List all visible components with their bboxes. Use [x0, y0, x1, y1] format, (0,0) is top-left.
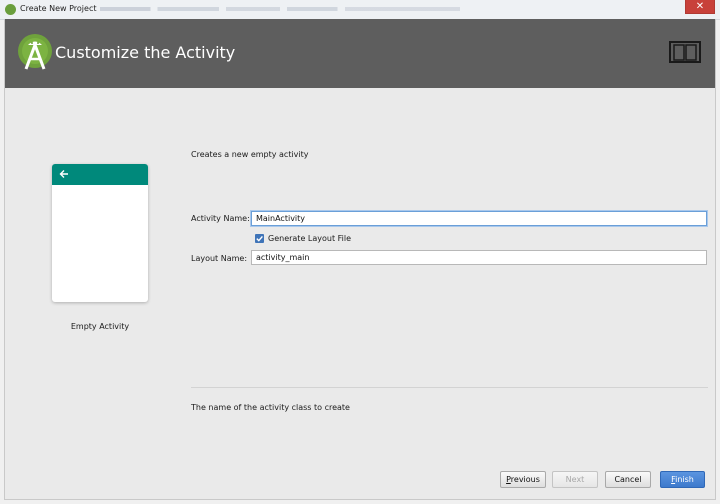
layout-name-input[interactable]: activity_main [251, 250, 707, 265]
finish-label: inish [675, 475, 694, 484]
window-titlebar: Create New Project ✕ [0, 0, 720, 20]
previous-button[interactable]: Previous [500, 471, 546, 488]
activity-name-label: Activity Name: [191, 214, 250, 223]
dialog-header: Customize the Activity [5, 19, 715, 88]
divider [191, 387, 708, 388]
next-button[interactable]: Next [552, 471, 598, 488]
layout-name-label: Layout Name: [191, 254, 248, 263]
dialog: Customize the Activity Empty Activity Cr… [4, 19, 716, 500]
back-arrow-icon [59, 170, 68, 178]
background-window-ghost [100, 7, 460, 11]
close-button[interactable]: ✕ [685, 0, 715, 14]
activity-description: Creates a new empty activity [191, 150, 309, 159]
finish-button[interactable]: Finish [660, 471, 705, 488]
android-app-icon [5, 4, 16, 15]
page-title: Customize the Activity [55, 43, 236, 62]
generate-layout-checkbox[interactable] [255, 234, 264, 243]
device-preview-icon [669, 41, 701, 63]
cancel-button[interactable]: Cancel [605, 471, 651, 488]
preview-toolbar [52, 164, 148, 185]
activity-name-input[interactable]: MainActivity [251, 211, 707, 226]
activity-template-label: Empty Activity [70, 322, 130, 331]
previous-label: revious [510, 475, 540, 484]
android-studio-logo-icon [18, 34, 52, 70]
checkmark-icon [256, 235, 263, 242]
generate-layout-label[interactable]: Generate Layout File [268, 234, 351, 243]
field-hint: The name of the activity class to create [191, 403, 350, 412]
window-title: Create New Project [20, 4, 97, 13]
activity-preview-card [52, 164, 148, 302]
